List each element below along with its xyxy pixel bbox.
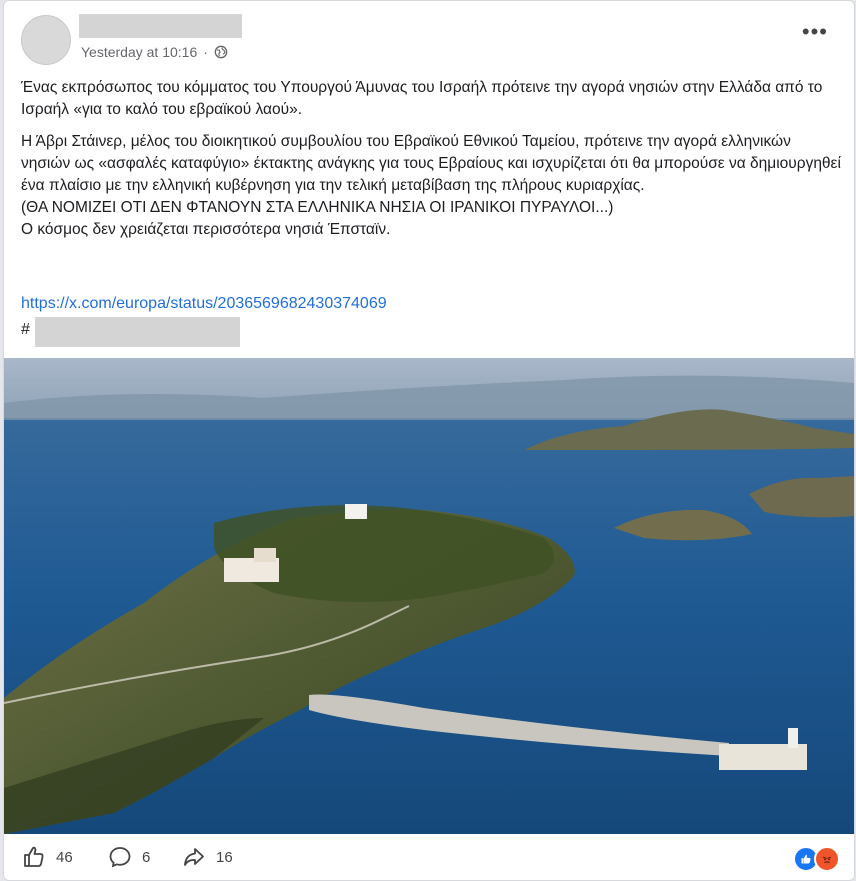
post-photo[interactable] [4,358,854,834]
reaction-summary[interactable] [793,846,840,872]
globe-icon [214,45,228,59]
share-count: 16 [216,848,233,866]
post-text: Ένας εκπρόσωπος του κόμματος του Υπουργο… [21,77,841,241]
share-icon [184,848,204,866]
post-paragraph-1: Ένας εκπρόσωπος του κόμματος του Υπουργο… [21,79,823,118]
post-timestamp[interactable]: Yesterday at 10:16 [81,44,197,60]
comment-count: 6 [142,848,151,866]
meta-separator: · [203,44,208,60]
post-line-4: Ο κόσμος δεν χρειάζεται περισσότερα νησι… [21,221,391,238]
avatar[interactable] [21,15,71,65]
post-line-3: (ΘΑ ΝΟΜΙΖΕΙ ΟΤΙ ΔΕΝ ΦΤΑΝΟΥΝ ΣΤΑ ΕΛΛΗΝΙΚΑ… [21,199,614,216]
comment-icon [109,847,131,868]
post-footer: 46 6 16 [4,834,854,880]
redacted-hashtag [35,317,240,347]
post-link[interactable]: https://x.com/europa/status/203656968243… [21,295,387,313]
post-paragraph-2: Η Άβρι Στάινερ, μέλος του διοικητικού συ… [21,133,841,194]
hashtag-prefix: # [21,321,30,338]
redacted-author-name [79,14,242,38]
post-card: Yesterday at 10:16 · ••• Ένας εκπρόσωπος… [3,0,855,881]
thumbs-up-icon [24,846,44,867]
more-options-button[interactable]: ••• [802,21,828,43]
post-meta: Yesterday at 10:16 · [81,44,228,60]
comment-count-button[interactable]: 6 [108,845,150,869]
like-count-button[interactable]: 46 [22,845,73,869]
angry-icon [814,846,840,872]
share-count-button[interactable]: 16 [182,845,233,869]
like-count: 46 [56,848,73,866]
